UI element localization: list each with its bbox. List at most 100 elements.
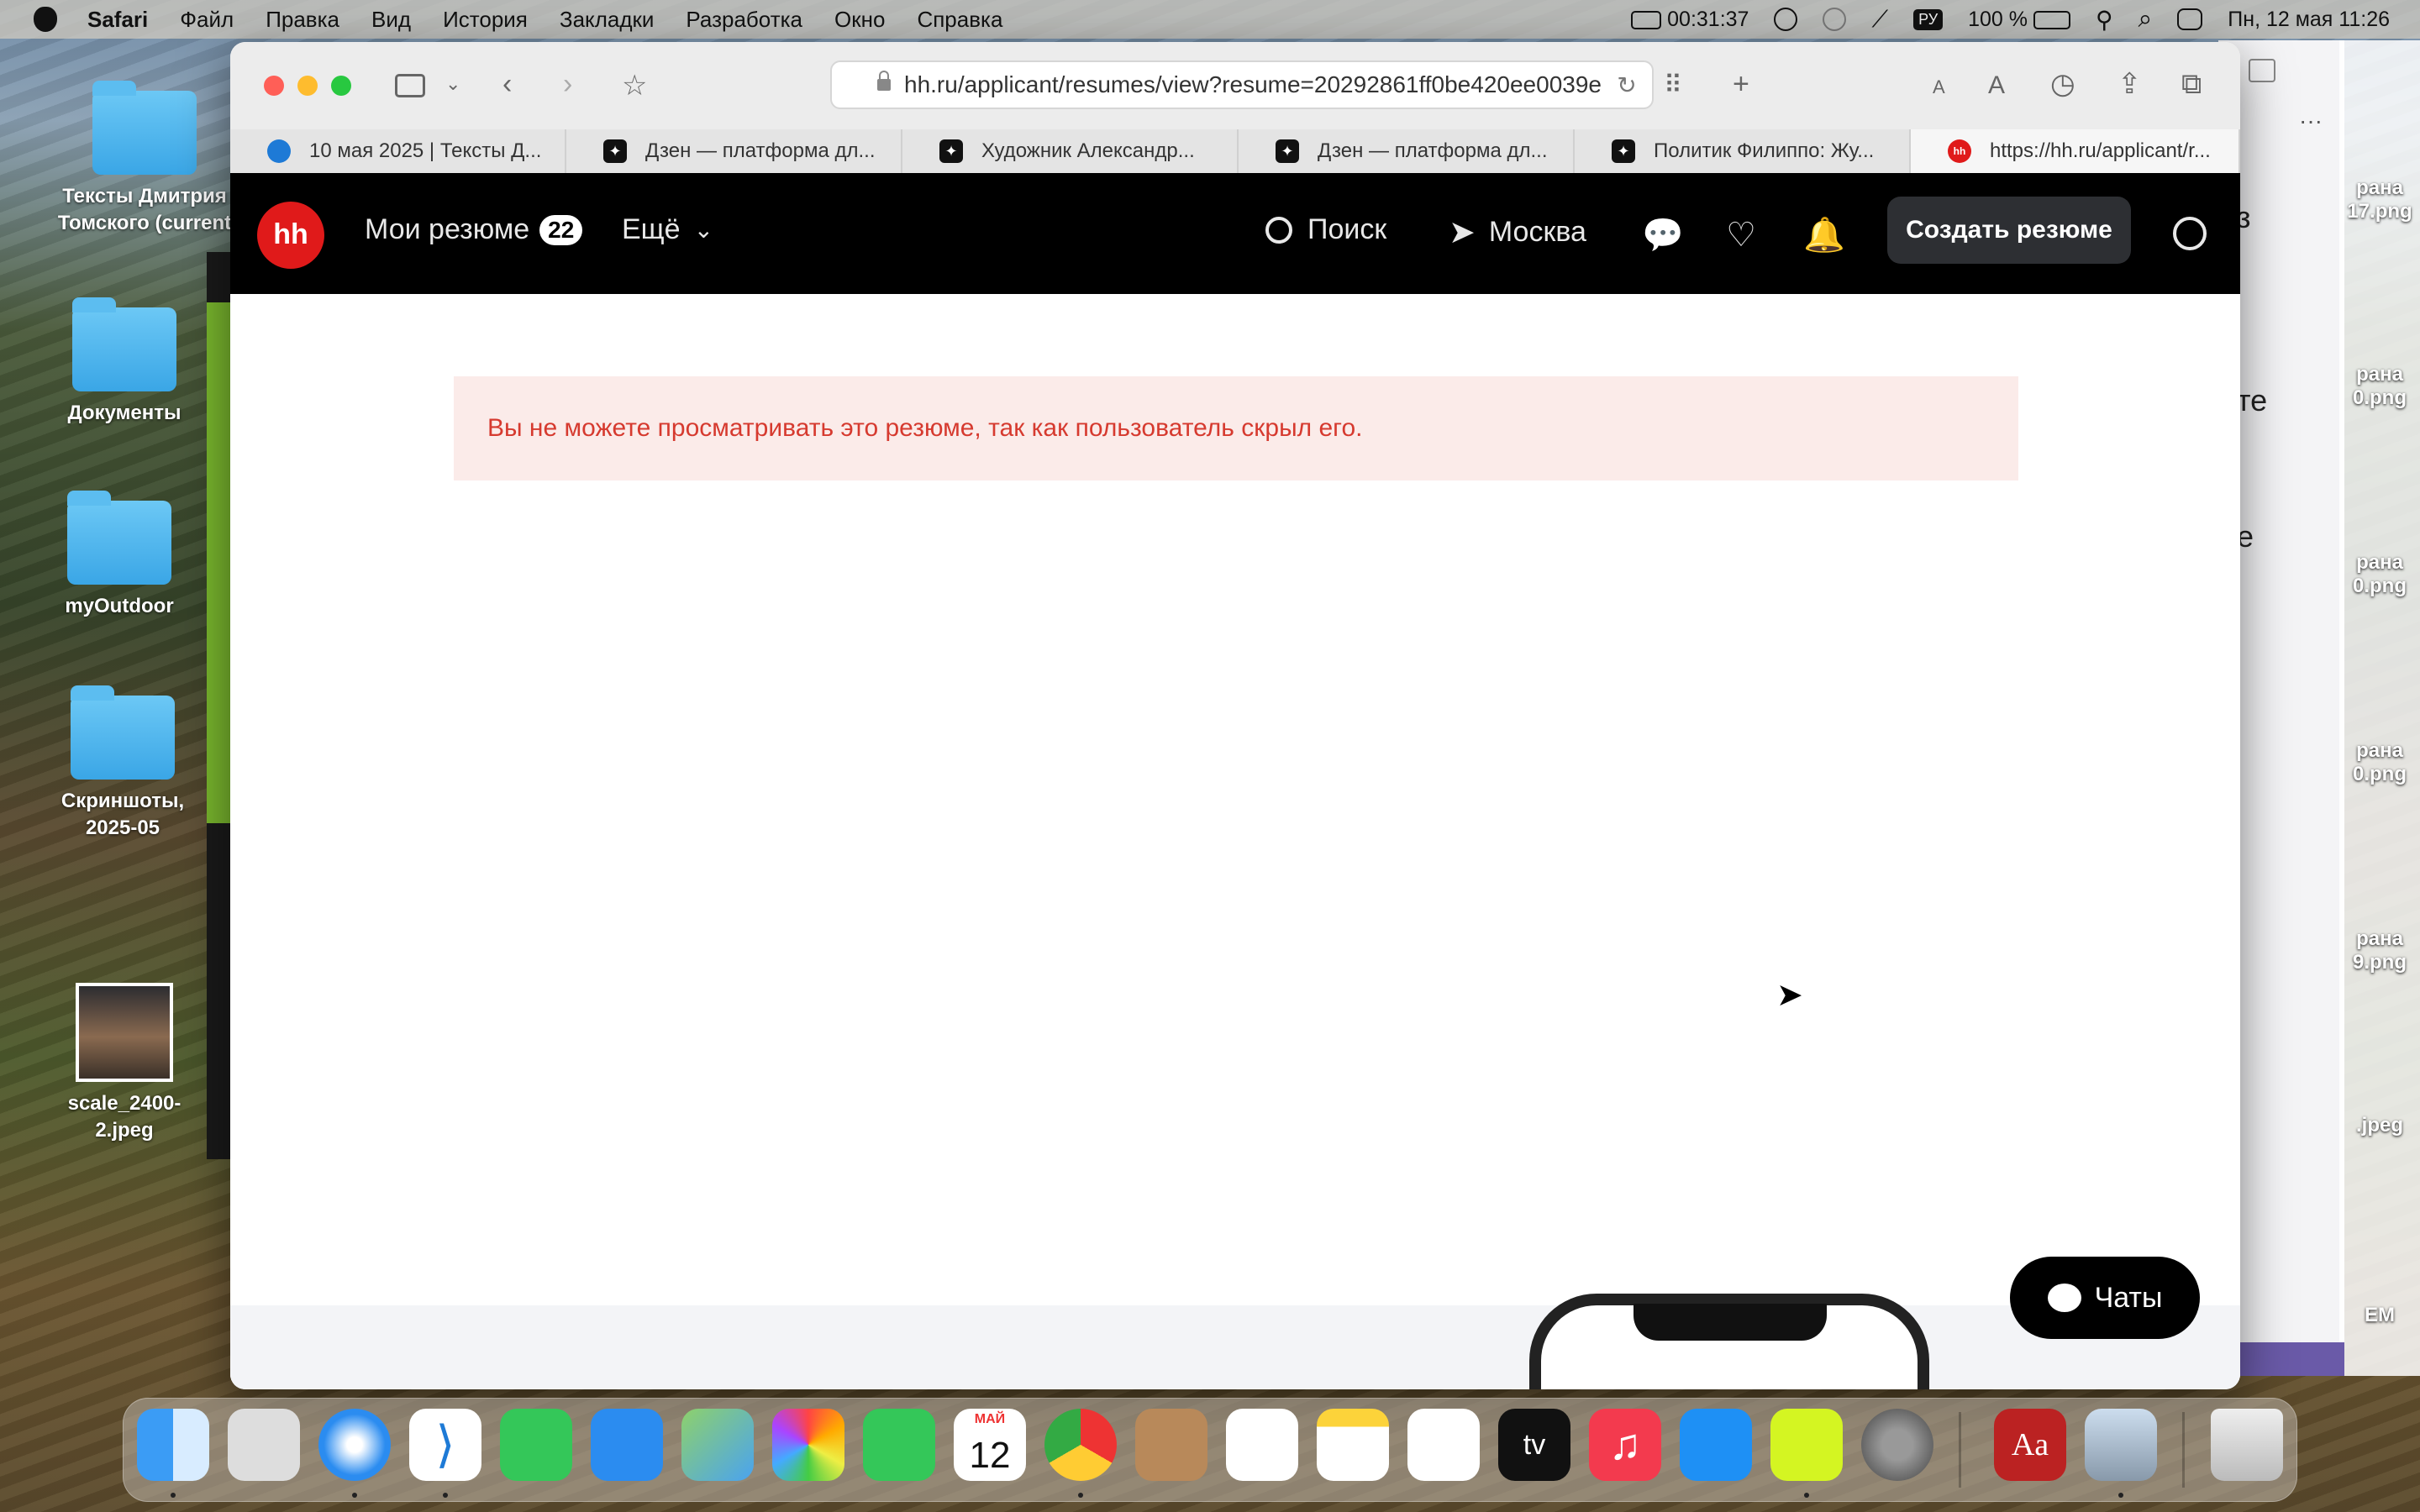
more-icon[interactable]: ··· [2299,108,2323,134]
history-clock-icon[interactable]: ◷ [2050,67,2075,101]
spotlight-search-icon[interactable]: ⌕ [2138,5,2152,34]
menu-item-help[interactable]: Справка [917,7,1002,33]
search-label: Поиск [1307,213,1387,245]
search-link[interactable]: Поиск [1265,213,1386,246]
folder-icon [72,297,176,391]
chats-button[interactable]: Чаты [2010,1257,2200,1339]
tab-artist[interactable]: ✦ Художник Александр... [902,129,1239,173]
create-resume-button[interactable]: Создать резюме [1887,197,2131,264]
input-source[interactable]: РУ [1913,8,1944,30]
text-larger-button[interactable]: A [1988,69,2005,102]
messages-icon[interactable]: 💬 [1642,217,1684,254]
menu-item-history[interactable]: История [443,7,528,33]
profile-icon[interactable] [2171,217,2208,254]
calendar-icon[interactable]: МАЙ 12 [954,1409,1026,1481]
chevron-down-icon[interactable]: ⌄ [445,67,460,101]
address-bar[interactable]: hh.ru/applicant/resumes/view?resume=2029… [830,60,1654,109]
desktop-file-label[interactable]: EM [2339,1304,2420,1327]
more-menu[interactable]: Ещё ⌄ [622,213,713,246]
bookmark-star-icon[interactable]: ☆ [622,69,647,102]
maximize-window-button[interactable] [331,76,351,96]
launchpad-icon[interactable] [228,1409,300,1481]
hh-logo[interactable]: hh [257,202,324,269]
desktop-file-label[interactable]: .jpeg [2339,1114,2420,1137]
chrome-icon[interactable] [1044,1409,1117,1481]
desktop-folder-texts[interactable]: Тексты Дмитрия Томского (current [58,81,231,238]
battery-status[interactable]: 100 % [1968,8,2070,32]
desktop-folder-myoutdoor[interactable]: myOutdoor [35,491,203,620]
finder-icon[interactable] [137,1409,209,1481]
tab-overview-icon[interactable]: ⧉ [2181,67,2202,101]
desktop-file-label[interactable]: рана 9.png [2339,927,2420,974]
desktop-file-label[interactable]: рана 0.png [2339,551,2420,598]
location-arrow-icon: ➤ [1449,215,1476,250]
close-window-button[interactable] [264,76,284,96]
preview-icon[interactable] [2085,1409,2157,1481]
my-resumes-link[interactable]: Мои резюме 22 [365,213,583,246]
vscode-icon[interactable]: ⟩ [409,1409,481,1481]
app-store-icon[interactable] [1680,1409,1752,1481]
grid-icon[interactable]: ⠿ [1664,69,1682,102]
facetime-icon[interactable] [863,1409,935,1481]
desktop-icon-label: Скриншоты, 2025-05 [60,790,185,840]
timer-status[interactable]: 00:31:37 [1631,8,1749,32]
menu-item-bookmarks[interactable]: Закладки [560,7,655,33]
sidebar-toggle-icon[interactable] [395,74,425,97]
messages-app-icon[interactable] [500,1409,572,1481]
favorites-heart-icon[interactable]: ♡ [1723,217,1760,254]
apple-menu-icon[interactable] [34,7,57,32]
hh-icon: hh [1948,139,1971,163]
tab-texts[interactable]: 10 мая 2025 | Тексты Д... [230,129,566,173]
sidebar-toggle-icon[interactable] [2249,59,2275,82]
safari-icon[interactable] [318,1409,391,1481]
menu-item-develop[interactable]: Разработка [686,7,802,33]
menu-item-window[interactable]: Окно [834,7,885,33]
tab-dzen-2[interactable]: ✦ Дзен — платформа дл... [1239,129,1575,173]
tab-hh-active[interactable]: hh https://hh.ru/applicant/r... [1911,129,2240,173]
menu-app-name[interactable]: Safari [87,7,148,33]
city-selector[interactable]: ➤ Москва [1449,213,1586,251]
image-thumbnail [76,983,173,1082]
accessibility-icon[interactable] [1774,8,1798,31]
share-icon[interactable]: ⇪ [2118,67,2142,101]
reload-icon[interactable]: ↻ [1602,71,1652,99]
reminders-icon[interactable] [1226,1409,1298,1481]
maps-icon[interactable] [681,1409,754,1481]
text-smaller-button[interactable]: A [1933,71,1945,104]
desktop-file-label[interactable]: рана 0.png [2339,739,2420,786]
airdrop-icon[interactable] [1823,8,1847,31]
desktop-file-label[interactable]: рана 17.png [2339,176,2420,223]
photos-icon[interactable] [772,1409,844,1481]
new-tab-button[interactable]: + [1733,67,1749,101]
apple-tv-icon[interactable]: tv [1498,1409,1570,1481]
desktop-file-image[interactable]: scale_2400-2.jpeg [40,983,208,1145]
vpn-shield-icon[interactable] [1770,1409,1843,1481]
menu-item-file[interactable]: Файл [180,7,234,33]
menu-item-view[interactable]: Вид [371,7,411,33]
minimize-window-button[interactable] [297,76,318,96]
contacts-icon[interactable] [1135,1409,1207,1481]
desktop-file-label[interactable]: рана 0.png [2339,363,2420,410]
mail-icon[interactable] [591,1409,663,1481]
dictionary-icon[interactable]: Aa [1994,1409,2066,1481]
freeform-icon[interactable] [1407,1409,1480,1481]
clock[interactable]: Пн, 12 мая 11:26 [2228,8,2390,32]
desktop-folder-screenshots[interactable]: Скриншоты, 2025-05 [39,685,207,843]
desktop-icon-label: Документы [67,402,182,424]
tab-politician[interactable]: ✦ Политик Филиппо: Жу... [1575,129,1911,173]
mouse-cursor: ➤ [1776,978,1803,1013]
music-icon[interactable]: ♫ [1589,1409,1661,1481]
notes-icon[interactable] [1317,1409,1389,1481]
control-center-icon[interactable] [2177,8,2203,30]
wifi-icon[interactable]: ⚲ [2096,6,2113,34]
forward-button[interactable]: › [563,67,572,101]
menu-item-edit[interactable]: Правка [266,7,339,33]
system-settings-icon[interactable] [1861,1409,1933,1481]
desktop-folder-documents[interactable]: Документы [40,297,208,427]
notifications-bell-icon[interactable]: 🔔 [1803,217,1845,254]
trash-icon[interactable] [2211,1409,2283,1481]
tab-dzen-1[interactable]: ✦ Дзен — платформа дл... [566,129,902,173]
mute-icon[interactable]: ⟋ [1871,6,1888,34]
back-button[interactable]: ‹ [502,67,512,101]
chats-label: Чаты [2094,1281,2163,1314]
